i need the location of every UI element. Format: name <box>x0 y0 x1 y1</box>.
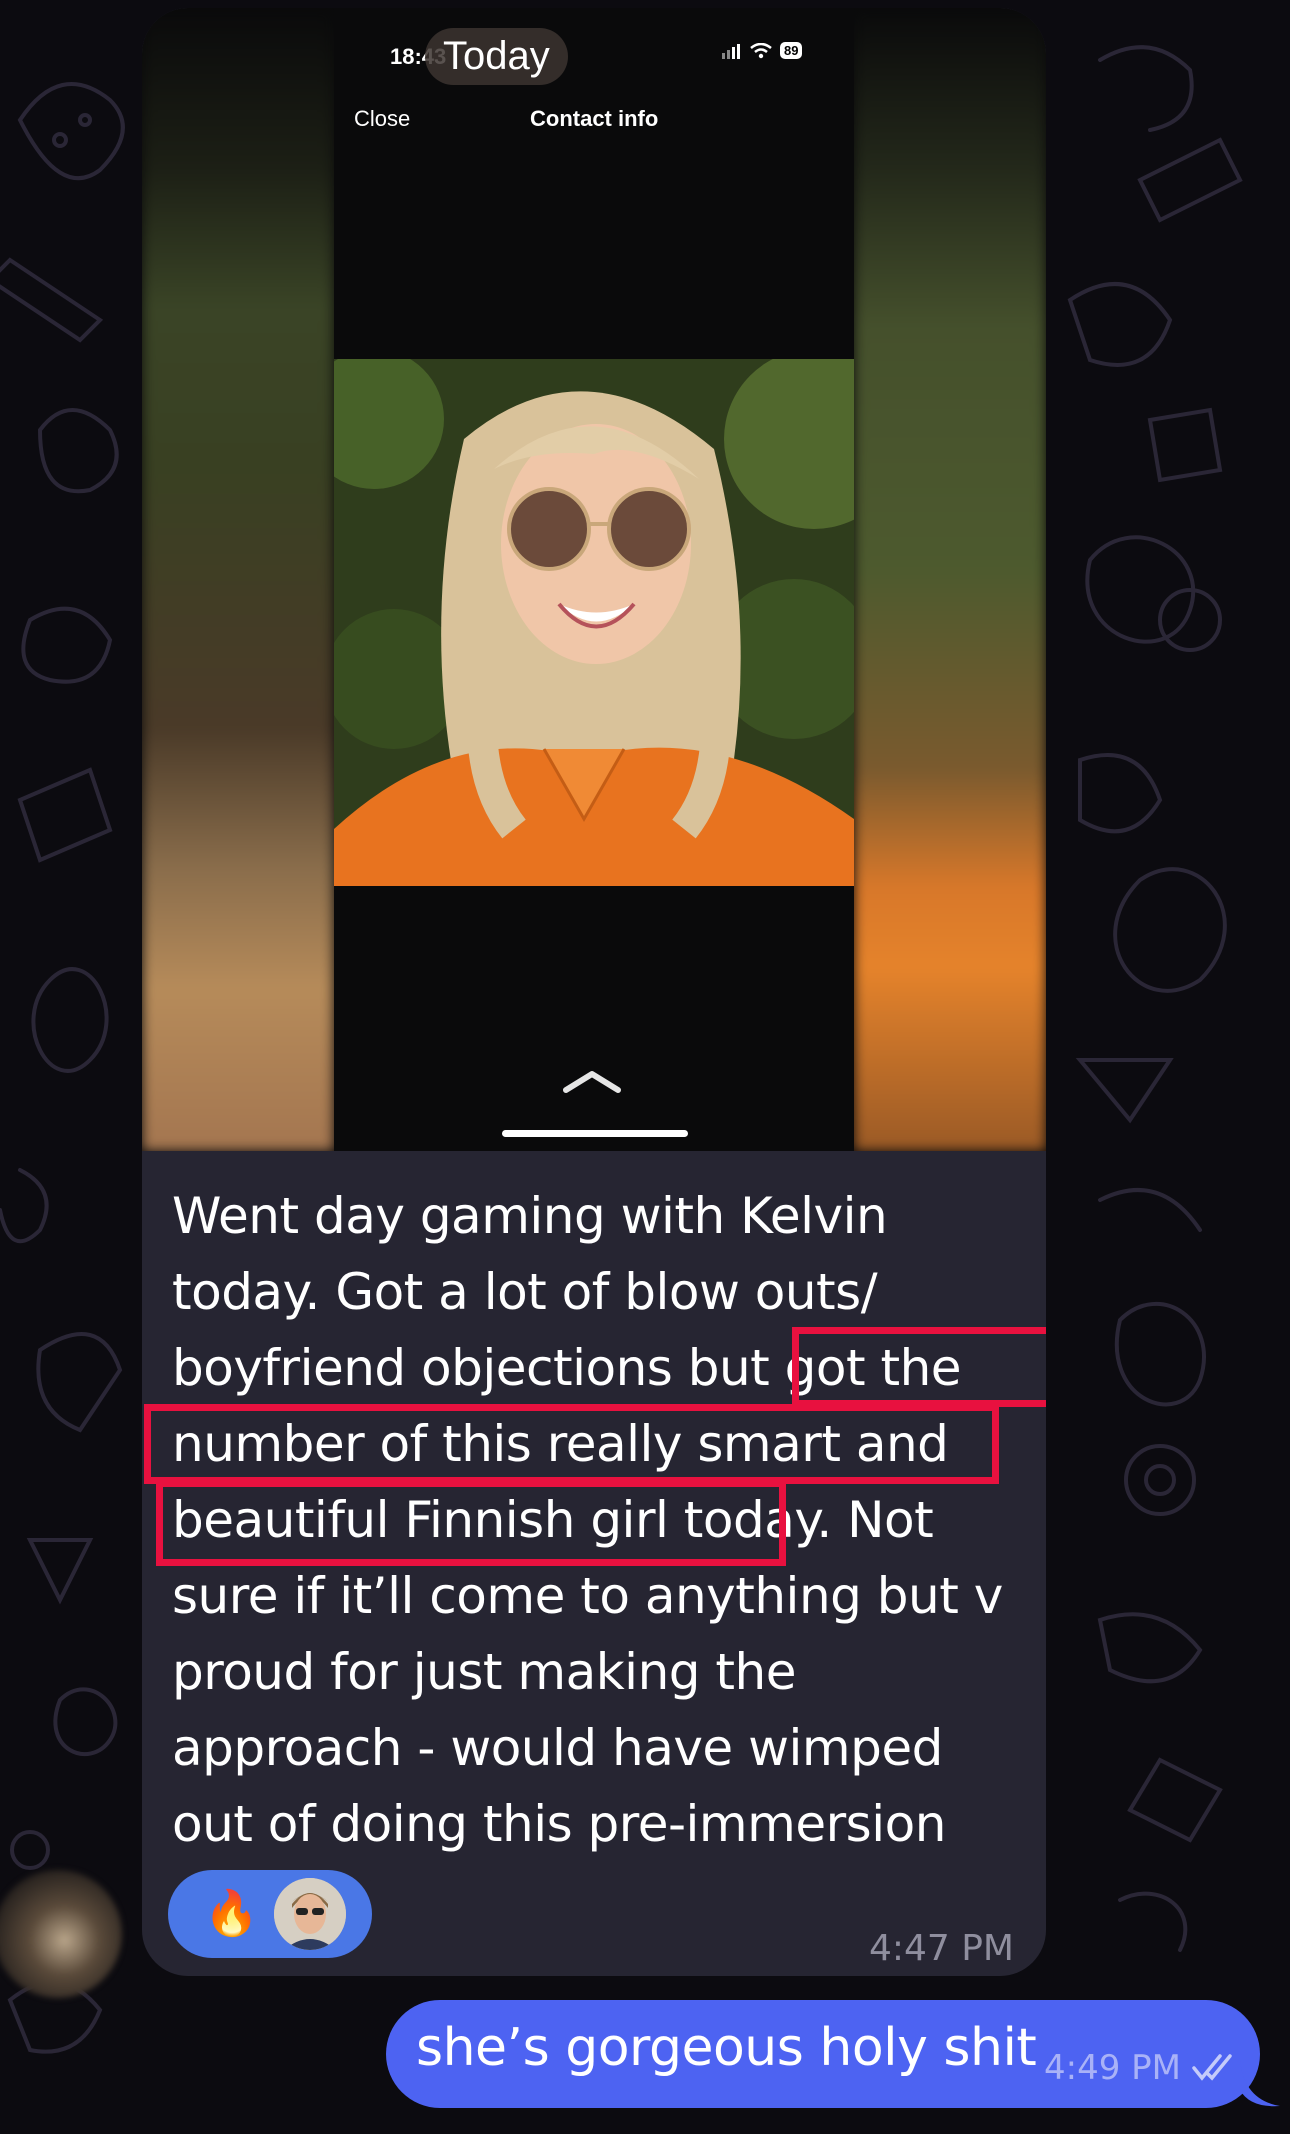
forwarded-screenshot[interactable]: 18:43 89 Close Contact info <box>142 8 1046 1151</box>
battery-icon: 89 <box>780 42 803 59</box>
reactor-avatar <box>274 1878 346 1950</box>
date-badge: Today <box>425 28 568 85</box>
message-line: proud for just making the <box>172 1643 796 1701</box>
highlight-box <box>792 1327 1046 1407</box>
home-indicator <box>502 1130 688 1137</box>
reactor-avatar-image <box>274 1878 346 1950</box>
inner-status-icons: 89 <box>722 42 803 59</box>
incoming-message-time: 4:47 PM <box>868 1928 1014 1969</box>
wifi-icon <box>750 42 772 58</box>
profile-photo-image <box>334 359 854 886</box>
inner-close-link: Close <box>354 106 411 131</box>
inner-contact-info-title: Contact info <box>530 106 659 131</box>
incoming-message-bubble[interactable]: 18:43 89 Close Contact info Went day gam… <box>142 8 1046 1976</box>
message-line: approach - would have wimped <box>172 1719 943 1777</box>
bubble-tail <box>1240 2060 1280 2107</box>
screenshot-blur-right <box>854 8 1046 1151</box>
outgoing-message-time: 4:49 PM <box>1044 2048 1181 2088</box>
outgoing-message-text: she’s gorgeous holy shit <box>416 2018 1037 2078</box>
message-line: out of doing this pre-immersion <box>172 1795 946 1853</box>
highlight-box <box>156 1480 786 1566</box>
double-check-icon <box>1192 2054 1232 2081</box>
message-line: sure if it’ll come to anything but v <box>172 1567 1003 1625</box>
highlight-box <box>144 1404 999 1484</box>
message-line: today. Got a lot of blow outs/ <box>172 1263 878 1321</box>
profile-photo <box>334 359 854 886</box>
reaction-pill[interactable]: 🔥 <box>168 1870 372 1958</box>
fire-reaction-icon: 🔥 <box>204 1889 259 1938</box>
screenshot-blur-left <box>142 8 334 1151</box>
sender-avatar[interactable] <box>0 1870 122 1998</box>
message-line: Went day gaming with Kelvin <box>172 1187 888 1245</box>
chevron-up-icon <box>563 1071 621 1093</box>
signal-icon <box>722 43 740 59</box>
